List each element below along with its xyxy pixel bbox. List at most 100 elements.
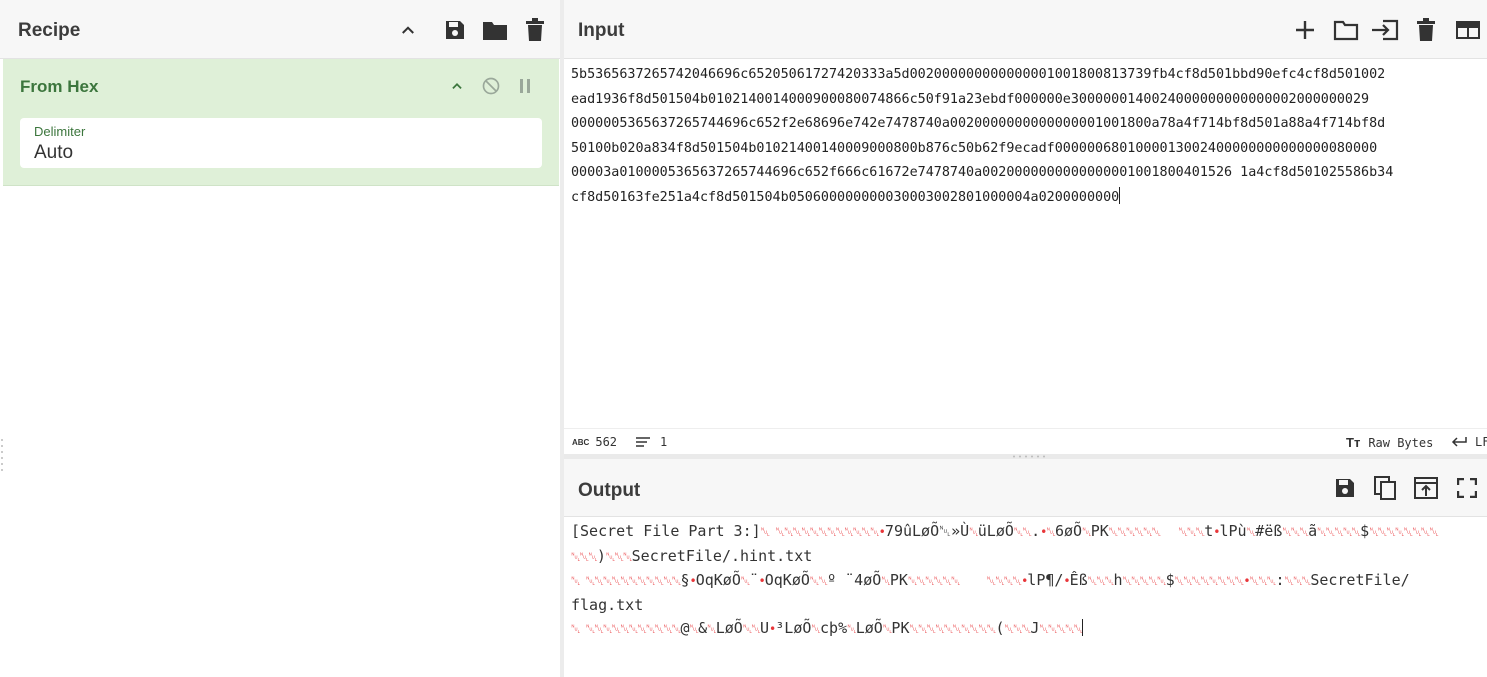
output-text-segment: lPù	[1219, 522, 1247, 540]
control-chars: ␀	[689, 622, 699, 636]
output-text-segment: 79ûL	[884, 522, 922, 540]
length-abc-icon: ABC	[572, 437, 590, 447]
text-type-icon: Tт	[1346, 435, 1361, 450]
pause-breakpoint-icon[interactable]	[511, 73, 539, 99]
control-chars: ␀␀	[1013, 525, 1032, 539]
load-recipe-folder-icon[interactable]	[475, 14, 515, 46]
output-line: ␀ ␀␀␀␀␀␀␀␀␀␀␀@␀&␀LøÕ␀␀U•³LøÕ␀cþ%␀LøÕ␀PK␀…	[571, 617, 1487, 642]
output-text-segment: ø	[995, 522, 1005, 540]
control-chars: ␀␀␀␀␀␀	[907, 574, 961, 588]
control-chars: ␀␀␀␀␀␀␀␀	[1174, 574, 1245, 588]
output-text-segment	[1160, 522, 1178, 540]
operation-title: From Hex	[20, 77, 99, 96]
recipe-header: Recipe	[0, 0, 560, 59]
output-text-segment: 6	[1054, 522, 1065, 540]
input-status-bar: ABC 562 1 Tт Raw Bytes LF	[564, 428, 1487, 455]
vertical-splitter[interactable]	[560, 0, 564, 677]
output-text-segment: L	[855, 619, 865, 637]
control-chars: ␀␀␀	[1004, 622, 1032, 636]
output-header: Output	[564, 459, 1487, 517]
control-chars: ␀	[1246, 525, 1257, 539]
control-chars: ␀	[881, 574, 891, 588]
maximize-output-icon[interactable]	[1452, 472, 1482, 504]
output-text-segment: SecretFile/.hint.txt	[631, 546, 813, 565]
control-chars: ␀␀␀	[1087, 574, 1115, 588]
control-chars: ␀␀␀␀␀␀␀␀␀␀	[909, 622, 996, 636]
control-chars: ␀␀␀	[1284, 574, 1312, 588]
clear-input-trash-icon[interactable]	[1411, 14, 1441, 46]
output-text-segment: Êß	[1069, 571, 1088, 589]
output-text-segment: $	[1165, 571, 1175, 589]
operation-from-hex[interactable]: From Hex Delimiter Auto	[3, 59, 559, 186]
control-chars: ␀	[707, 622, 717, 636]
eol-selector[interactable]: LF	[1451, 435, 1487, 449]
output-text-segment: Õ	[731, 571, 741, 589]
output-text-segment: ø	[724, 619, 734, 637]
output-text-segment: (	[995, 619, 1005, 637]
recipe-pane: Recipe From Hex Delimiter Auto	[0, 0, 561, 677]
encoding-label: Raw Bytes	[1368, 435, 1434, 450]
output-text-segment: Õ	[930, 522, 940, 540]
control-chars: ␀	[1046, 525, 1056, 539]
encoding-selector[interactable]: Tт Raw Bytes	[1346, 435, 1433, 450]
input-line: ead1936f8d501504b01021400140009000800748…	[571, 91, 1370, 107]
open-file-input-icon[interactable]	[1369, 14, 1401, 46]
disable-operation-icon[interactable]	[477, 73, 505, 99]
output-text-segment: Õ	[733, 619, 743, 637]
input-line: 0000005365637265744696c652f2e68696e742e7…	[571, 116, 1386, 131]
output-text-segment: ø	[791, 571, 801, 589]
output-text-segment: ␀»	[939, 522, 961, 540]
input-line: 50100b020a834f8d501504b01021400140009000…	[571, 140, 1378, 156]
output-text-segment: OqK	[695, 571, 723, 589]
copy-output-icon[interactable]	[1370, 472, 1400, 504]
output-line: ␀ ␀␀␀␀␀␀␀␀␀␀␀§•OqKøÕ␀¨•OqKøÕ␀␀º ¨4øÕ␀PK␀…	[571, 569, 1487, 594]
output-text-segment: ø	[722, 571, 732, 589]
clear-recipe-trash-icon[interactable]	[515, 14, 555, 46]
output-text-segment: üL	[977, 522, 996, 540]
output-text-segment: &	[698, 619, 708, 637]
delimiter-field[interactable]: Delimiter Auto	[20, 118, 542, 168]
control-chars: ␀␀␀	[571, 549, 598, 564]
control-chars: ␀	[811, 622, 821, 636]
output-line: [Secret File Part 3:]␀ ␀␀␀␀␀␀␀␀␀␀␀␀•79ûL…	[571, 520, 1487, 545]
output-text-segment: $	[1360, 522, 1370, 540]
control-chars: ␀␀␀	[1282, 525, 1309, 539]
output-text-segment: ø	[863, 571, 873, 589]
output-text-segment: OqK	[764, 571, 792, 589]
return-arrow-icon	[1451, 437, 1467, 447]
layout-icon[interactable]	[1451, 14, 1485, 46]
input-textarea[interactable]: 5b5365637265742046696c65205061727420333a…	[571, 63, 1487, 423]
input-length: 562	[595, 435, 618, 449]
resize-grip-icon[interactable]	[0, 436, 4, 476]
output-text-segment: PK	[889, 571, 908, 589]
output-text-segment: lP¶/	[1027, 571, 1064, 589]
control-chars: ␀␀␀	[1249, 574, 1277, 588]
delimiter-label: Delimiter	[34, 124, 86, 139]
input-lines-count: 1	[660, 435, 668, 449]
control-chars: ␀␀␀	[1178, 525, 1205, 539]
save-output-icon[interactable]	[1330, 472, 1360, 504]
output-textarea[interactable]: [Secret File Part 3:]␀ ␀␀␀␀␀␀␀␀␀␀␀␀•79ûL…	[571, 520, 1487, 677]
control-chars: ␀␀␀␀␀	[1317, 525, 1361, 539]
replace-input-with-output-icon[interactable]	[1410, 472, 1442, 504]
chevron-up-icon[interactable]	[395, 14, 421, 46]
collapse-chevron-up-icon[interactable]	[443, 73, 471, 99]
output-text-segment: PK	[891, 619, 910, 637]
save-recipe-icon[interactable]	[435, 14, 475, 46]
text-caret	[1082, 619, 1084, 636]
open-folder-icon[interactable]	[1330, 14, 1362, 46]
input-title: Input	[578, 20, 625, 41]
recipe-title: Recipe	[18, 20, 81, 41]
output-text-segment	[960, 571, 987, 589]
delimiter-value[interactable]: Auto	[34, 142, 73, 164]
splitter-grip-icon[interactable]	[1012, 455, 1048, 458]
output-text-segment: .	[1031, 522, 1041, 540]
output-text-segment: #ëß	[1255, 522, 1283, 540]
output-text-segment: ã	[1308, 522, 1318, 540]
add-input-plus-icon[interactable]	[1290, 14, 1320, 46]
output-text-segment: Õ	[872, 571, 882, 589]
output-text-segment: Ù	[960, 522, 970, 540]
lines-icon	[636, 437, 650, 447]
control-chars: ␀␀␀␀␀␀	[1108, 525, 1162, 539]
control-chars: ␀␀␀␀␀␀␀␀	[1369, 525, 1439, 539]
